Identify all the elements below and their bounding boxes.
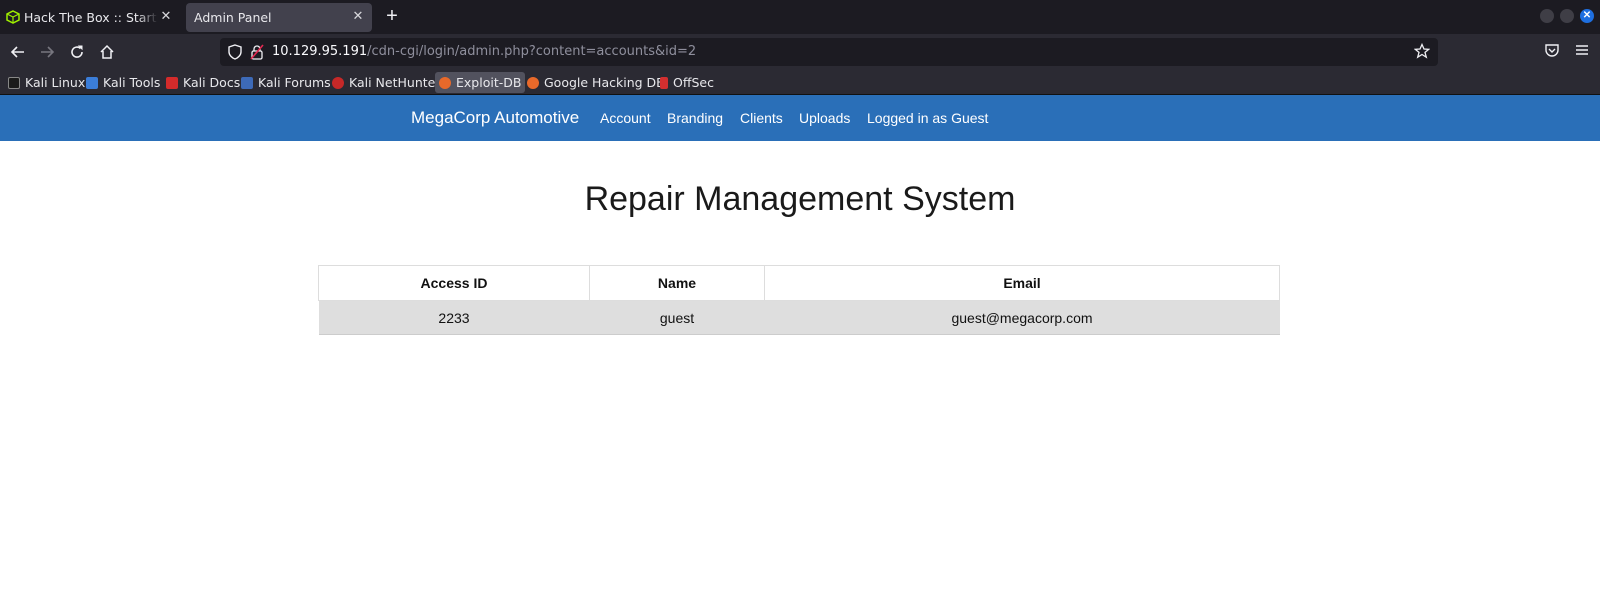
bookmark-kali-forums[interactable]: Kali Forums: [237, 72, 335, 93]
maximize-icon[interactable]: [1560, 9, 1574, 23]
pocket-icon[interactable]: [1544, 42, 1560, 58]
nav-account[interactable]: Account: [600, 110, 651, 126]
nav-branding[interactable]: Branding: [667, 110, 723, 126]
bookmark-label: Google Hacking DB: [544, 75, 665, 90]
bookmark-kali-docs[interactable]: Kali Docs: [162, 72, 244, 93]
tab-hackthebox[interactable]: Hack The Box :: Starting P ✕: [0, 3, 180, 32]
navigation-toolbar: 10.129.95.191/cdn-cgi/login/admin.php?co…: [0, 34, 1600, 70]
address-bar[interactable]: 10.129.95.191/cdn-cgi/login/admin.php?co…: [220, 38, 1438, 66]
bookmark-label: Kali Docs: [183, 75, 241, 90]
offsec-icon: [660, 76, 668, 89]
bookmark-label: Kali Linux: [25, 75, 86, 90]
new-tab-plus-icon[interactable]: +: [380, 5, 404, 29]
bookmarks-toolbar: Kali Linux Kali Tools Kali Docs Kali For…: [0, 70, 1600, 95]
column-header-email: Email: [764, 265, 1280, 301]
brand-link[interactable]: MegaCorp Automotive: [411, 108, 579, 128]
bookmark-google-hacking-db[interactable]: Google Hacking DB: [523, 72, 669, 93]
bookmark-label: Kali NetHunter: [349, 75, 441, 90]
bookmark-label: Kali Tools: [103, 75, 161, 90]
kali-tools-icon: [86, 76, 98, 89]
accounts-table: Access ID Name Email 2233 guest guest@me…: [318, 265, 1280, 335]
table-header-row: Access ID Name Email: [318, 265, 1280, 301]
tab-close-icon[interactable]: ✕: [158, 9, 174, 25]
tab-title: Admin Panel: [194, 10, 272, 25]
cell-access-id: 2233: [318, 300, 590, 335]
bookmark-kali-tools[interactable]: Kali Tools: [82, 72, 164, 93]
nav-logged-in-as-guest[interactable]: Logged in as Guest: [867, 110, 988, 126]
tracking-protection-shield-icon[interactable]: [228, 44, 242, 60]
bookmark-kali-linux[interactable]: Kali Linux: [4, 72, 89, 93]
kali-forums-icon: [241, 76, 253, 89]
tab-admin-panel[interactable]: Admin Panel ✕: [186, 3, 372, 32]
url-path: /cdn-cgi/login/admin.php?content=account…: [367, 44, 697, 59]
exploit-db-icon: [439, 76, 451, 89]
bookmark-label: Exploit-DB: [456, 75, 522, 90]
bookmark-label: OffSec: [673, 75, 714, 90]
reload-icon[interactable]: [66, 41, 88, 63]
bookmark-kali-nethunter[interactable]: Kali NetHunter: [328, 72, 444, 93]
nav-clients[interactable]: Clients: [740, 110, 783, 126]
hackthebox-cube-icon: [6, 10, 20, 24]
column-header-name: Name: [589, 265, 765, 301]
page-title: Repair Management System: [584, 180, 1016, 218]
site-navbar: MegaCorp Automotive Account Branding Cli…: [0, 95, 1600, 141]
kali-dragon-icon: [8, 76, 20, 89]
bookmark-exploit-db[interactable]: Exploit-DB: [435, 72, 526, 93]
back-icon[interactable]: [7, 41, 29, 63]
minimize-icon[interactable]: [1540, 9, 1554, 23]
cell-name: guest: [589, 300, 765, 335]
window-close-icon[interactable]: ✕: [1580, 9, 1594, 23]
url-text[interactable]: 10.129.95.191/cdn-cgi/login/admin.php?co…: [272, 44, 696, 59]
cell-email: guest@megacorp.com: [764, 300, 1280, 335]
tab-close-icon[interactable]: ✕: [350, 9, 366, 25]
menu-icon[interactable]: [1574, 42, 1590, 58]
kali-docs-icon: [166, 76, 178, 89]
bookmark-offsec[interactable]: OffSec: [656, 72, 718, 93]
google-hacking-db-icon: [527, 76, 539, 89]
tab-title: Hack The Box :: Starting P: [24, 10, 158, 25]
table-row: 2233 guest guest@megacorp.com: [318, 300, 1280, 335]
tab-bar: Hack The Box :: Starting P ✕ Admin Panel…: [0, 0, 1600, 34]
insecure-lock-icon[interactable]: [250, 44, 264, 60]
nav-uploads[interactable]: Uploads: [799, 110, 850, 126]
bookmark-star-icon[interactable]: [1414, 43, 1430, 59]
home-icon[interactable]: [96, 41, 118, 63]
url-host: 10.129.95.191: [272, 44, 368, 59]
kali-nethunter-icon: [332, 76, 344, 89]
column-header-access-id: Access ID: [318, 265, 590, 301]
forward-icon[interactable]: [36, 41, 58, 63]
bookmark-label: Kali Forums: [258, 75, 331, 90]
